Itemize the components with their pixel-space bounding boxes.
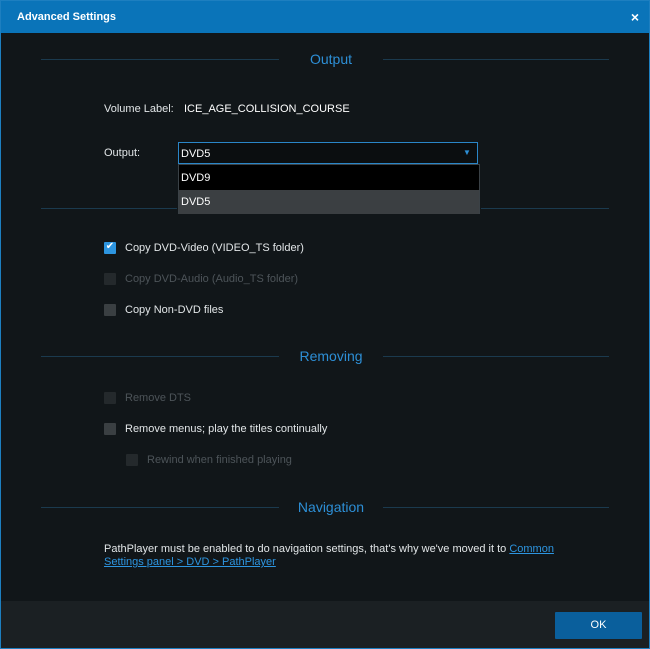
section-title-removing: Removing <box>299 348 363 364</box>
dialog-title: Advanced Settings <box>17 11 117 23</box>
remove-dts-label: Remove DTS <box>125 392 192 404</box>
rewind-checkbox <box>126 454 138 466</box>
copy-non-dvd-checkbox[interactable] <box>104 304 116 316</box>
divider-line <box>41 507 279 508</box>
output-caption: Output: <box>104 147 141 159</box>
remove-menus-checkbox[interactable] <box>104 423 116 435</box>
chevron-down-icon[interactable]: ▼ <box>459 145 475 161</box>
dropdown-option-dvd9[interactable]: DVD9 <box>179 166 479 190</box>
remove-dts-checkbox <box>104 392 116 404</box>
section-title-navigation: Navigation <box>297 499 365 515</box>
divider-line <box>481 208 609 209</box>
advanced-settings-dialog: Advanced Settings × Output Volume Label:… <box>0 0 650 649</box>
navigation-info-text: PathPlayer must be enabled to do navigat… <box>104 543 574 569</box>
navigation-info-message: PathPlayer must be enabled to do navigat… <box>104 543 510 555</box>
output-dropdown-list: DVD9 DVD5 <box>178 164 480 214</box>
copy-dvd-video-label[interactable]: Copy DVD-Video (VIDEO_TS folder) <box>125 242 304 254</box>
volume-label-caption: Volume Label: <box>104 103 174 115</box>
divider-line <box>41 356 279 357</box>
section-header-output: Output <box>41 50 609 70</box>
section-header-removing: Removing <box>41 347 609 367</box>
output-select-value: DVD5 <box>181 148 211 160</box>
dropdown-option-dvd5[interactable]: DVD5 <box>179 190 479 214</box>
divider-line <box>383 59 609 60</box>
ok-button[interactable]: OK <box>555 612 642 639</box>
remove-menus-label[interactable]: Remove menus; play the titles continuall… <box>125 423 327 435</box>
divider-line <box>41 208 177 209</box>
divider-line <box>41 59 279 60</box>
close-icon[interactable]: × <box>628 10 642 24</box>
output-select[interactable]: DVD5 ▼ <box>178 142 478 164</box>
volume-label-value: ICE_AGE_COLLISION_COURSE <box>184 103 350 115</box>
copy-non-dvd-label[interactable]: Copy Non-DVD files <box>125 304 223 316</box>
checkmark-icon: ✔ <box>105 241 115 252</box>
dialog-footer: OK <box>1 601 649 648</box>
section-title-output: Output <box>309 51 353 67</box>
copy-dvd-video-checkbox[interactable]: ✔ <box>104 241 116 254</box>
copy-dvd-audio-checkbox <box>104 273 116 285</box>
rewind-label: Rewind when finished playing <box>147 454 292 466</box>
copy-dvd-audio-label: Copy DVD-Audio (Audio_TS folder) <box>125 273 299 285</box>
divider-line <box>383 356 609 357</box>
title-bar: Advanced Settings × <box>1 1 649 33</box>
divider-line <box>383 507 609 508</box>
section-header-navigation: Navigation <box>41 498 609 518</box>
